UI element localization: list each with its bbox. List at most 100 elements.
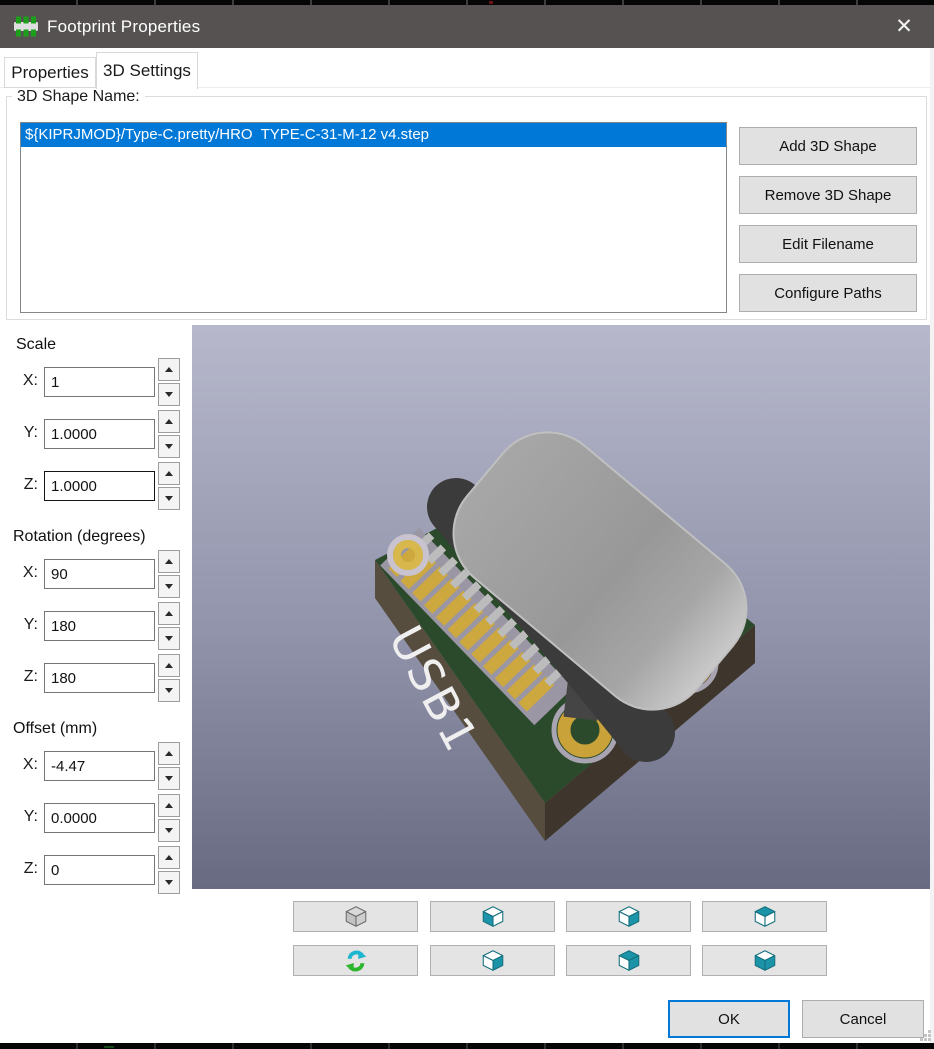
back-view-cube-icon xyxy=(616,948,642,974)
left-view-cube-icon xyxy=(480,904,506,930)
down-arrow-icon xyxy=(165,496,173,501)
rotation-x-up-button[interactable] xyxy=(158,550,180,573)
up-arrow-icon xyxy=(165,471,173,476)
scale-y-input[interactable] xyxy=(44,419,155,449)
offset-y-down-button[interactable] xyxy=(158,819,180,842)
dialog-right-edge xyxy=(930,48,934,1043)
scale-z-stepper xyxy=(158,462,180,510)
offset-x-input[interactable] xyxy=(44,751,155,781)
scale-y-stepper xyxy=(158,410,180,458)
scale-x-input[interactable] xyxy=(44,367,155,397)
up-arrow-icon xyxy=(165,611,173,616)
down-arrow-icon xyxy=(165,392,173,397)
offset-y-stepper xyxy=(158,794,180,842)
axis-z-label: Z: xyxy=(0,668,38,686)
offset-x-down-button[interactable] xyxy=(158,767,180,790)
refresh-icon xyxy=(343,948,369,974)
down-arrow-icon xyxy=(165,828,173,833)
tab-properties[interactable]: Properties xyxy=(4,57,96,88)
view-top-button[interactable] xyxy=(702,901,827,932)
up-arrow-icon xyxy=(165,663,173,668)
rotation-z-stepper xyxy=(158,654,180,702)
background-app-strip-bottom xyxy=(0,1043,934,1049)
scale-x-down-button[interactable] xyxy=(158,383,180,406)
rotation-section-label: Rotation (degrees) xyxy=(13,528,146,546)
up-arrow-icon xyxy=(165,855,173,860)
offset-y-up-button[interactable] xyxy=(158,794,180,817)
down-arrow-icon xyxy=(165,880,173,885)
down-arrow-icon xyxy=(165,636,173,641)
down-arrow-icon xyxy=(165,776,173,781)
rotation-x-down-button[interactable] xyxy=(158,575,180,598)
scale-section-label: Scale xyxy=(16,336,56,354)
window-title: Footprint Properties xyxy=(47,17,200,37)
front-view-cube-icon xyxy=(616,904,642,930)
view-refresh-button[interactable] xyxy=(293,945,418,976)
configure-paths-button[interactable]: Configure Paths xyxy=(739,274,917,312)
view-right-button[interactable] xyxy=(430,945,555,976)
offset-x-up-button[interactable] xyxy=(158,742,180,765)
background-red-mark xyxy=(489,1,493,4)
right-view-cube-icon xyxy=(480,948,506,974)
view-back-button[interactable] xyxy=(566,945,691,976)
axis-y-label: Y: xyxy=(0,424,38,442)
down-arrow-icon xyxy=(165,688,173,693)
down-arrow-icon xyxy=(165,584,173,589)
up-arrow-icon xyxy=(165,419,173,424)
view-isometric-button[interactable] xyxy=(293,901,418,932)
offset-z-input[interactable] xyxy=(44,855,155,885)
view-left-button[interactable] xyxy=(430,901,555,932)
offset-y-input[interactable] xyxy=(44,803,155,833)
scale-z-up-button[interactable] xyxy=(158,462,180,485)
offset-z-stepper xyxy=(158,846,180,894)
up-arrow-icon xyxy=(165,367,173,372)
resize-grip[interactable] xyxy=(920,1030,923,1033)
ok-button[interactable]: OK xyxy=(668,1000,790,1038)
footprint-icon xyxy=(13,16,39,37)
shape-name-label: 3D Shape Name: xyxy=(12,88,145,106)
scale-x-stepper xyxy=(158,358,180,406)
scale-y-up-button[interactable] xyxy=(158,410,180,433)
rotation-z-up-button[interactable] xyxy=(158,654,180,677)
titlebar: Footprint Properties ✕ xyxy=(0,5,934,48)
rotation-x-stepper xyxy=(158,550,180,598)
add-3d-shape-button[interactable]: Add 3D Shape xyxy=(739,127,917,165)
cancel-button[interactable]: Cancel xyxy=(802,1000,924,1038)
axis-y-label: Y: xyxy=(0,808,38,826)
rotation-y-down-button[interactable] xyxy=(158,627,180,650)
bottom-view-cube-icon xyxy=(752,948,778,974)
scale-z-down-button[interactable] xyxy=(158,487,180,510)
offset-z-up-button[interactable] xyxy=(158,846,180,869)
offset-x-stepper xyxy=(158,742,180,790)
scale-x-up-button[interactable] xyxy=(158,358,180,381)
rotation-y-stepper xyxy=(158,602,180,650)
up-arrow-icon xyxy=(165,559,173,564)
view-front-button[interactable] xyxy=(566,901,691,932)
rotation-y-up-button[interactable] xyxy=(158,602,180,625)
rotation-z-input[interactable] xyxy=(44,663,155,693)
axis-z-label: Z: xyxy=(0,860,38,878)
shape-list[interactable]: ${KIPRJMOD}/Type-C.pretty/HRO TYPE-C-31-… xyxy=(20,122,727,313)
3d-preview-viewport[interactable]: USB1 xyxy=(192,325,930,889)
edit-filename-button[interactable]: Edit Filename xyxy=(739,225,917,263)
isometric-cube-icon xyxy=(343,904,369,930)
tab-3d-settings[interactable]: 3D Settings xyxy=(96,52,198,89)
footprint-properties-dialog: Footprint Properties ✕ Properties 3D Set… xyxy=(0,0,934,1049)
scale-y-down-button[interactable] xyxy=(158,435,180,458)
rotation-x-input[interactable] xyxy=(44,559,155,589)
background-green-mark xyxy=(104,1046,114,1048)
offset-section-label: Offset (mm) xyxy=(13,720,97,738)
rotation-z-down-button[interactable] xyxy=(158,679,180,702)
axis-x-label: X: xyxy=(0,564,38,582)
view-bottom-button[interactable] xyxy=(702,945,827,976)
close-button[interactable]: ✕ xyxy=(882,5,926,48)
offset-z-down-button[interactable] xyxy=(158,871,180,894)
shape-list-item-selected[interactable]: ${KIPRJMOD}/Type-C.pretty/HRO TYPE-C-31-… xyxy=(21,123,726,147)
remove-3d-shape-button[interactable]: Remove 3D Shape xyxy=(739,176,917,214)
3d-model-render: USB1 xyxy=(192,325,930,889)
rotation-y-input[interactable] xyxy=(44,611,155,641)
up-arrow-icon xyxy=(165,803,173,808)
axis-y-label: Y: xyxy=(0,616,38,634)
scale-z-input[interactable] xyxy=(44,471,155,501)
top-view-cube-icon xyxy=(752,904,778,930)
